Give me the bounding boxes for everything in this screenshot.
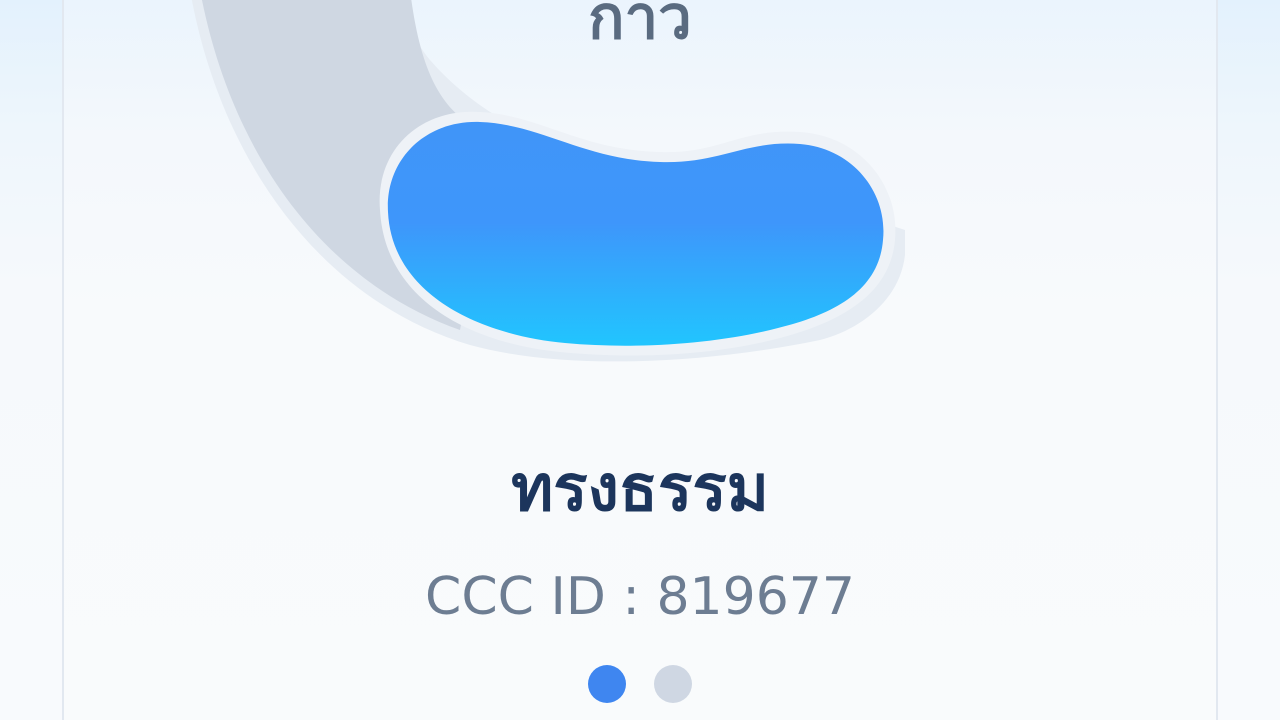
pagination-dot-1[interactable] bbox=[588, 665, 626, 703]
page-title: กาว bbox=[588, 0, 692, 53]
member-id: CCC ID : 819677 bbox=[425, 567, 855, 627]
member-name: ทรงธรรม bbox=[511, 452, 769, 526]
pagination-dots bbox=[588, 665, 692, 703]
crescent-blob-illustration bbox=[191, 0, 905, 362]
pagination-dot-2[interactable] bbox=[654, 665, 692, 703]
